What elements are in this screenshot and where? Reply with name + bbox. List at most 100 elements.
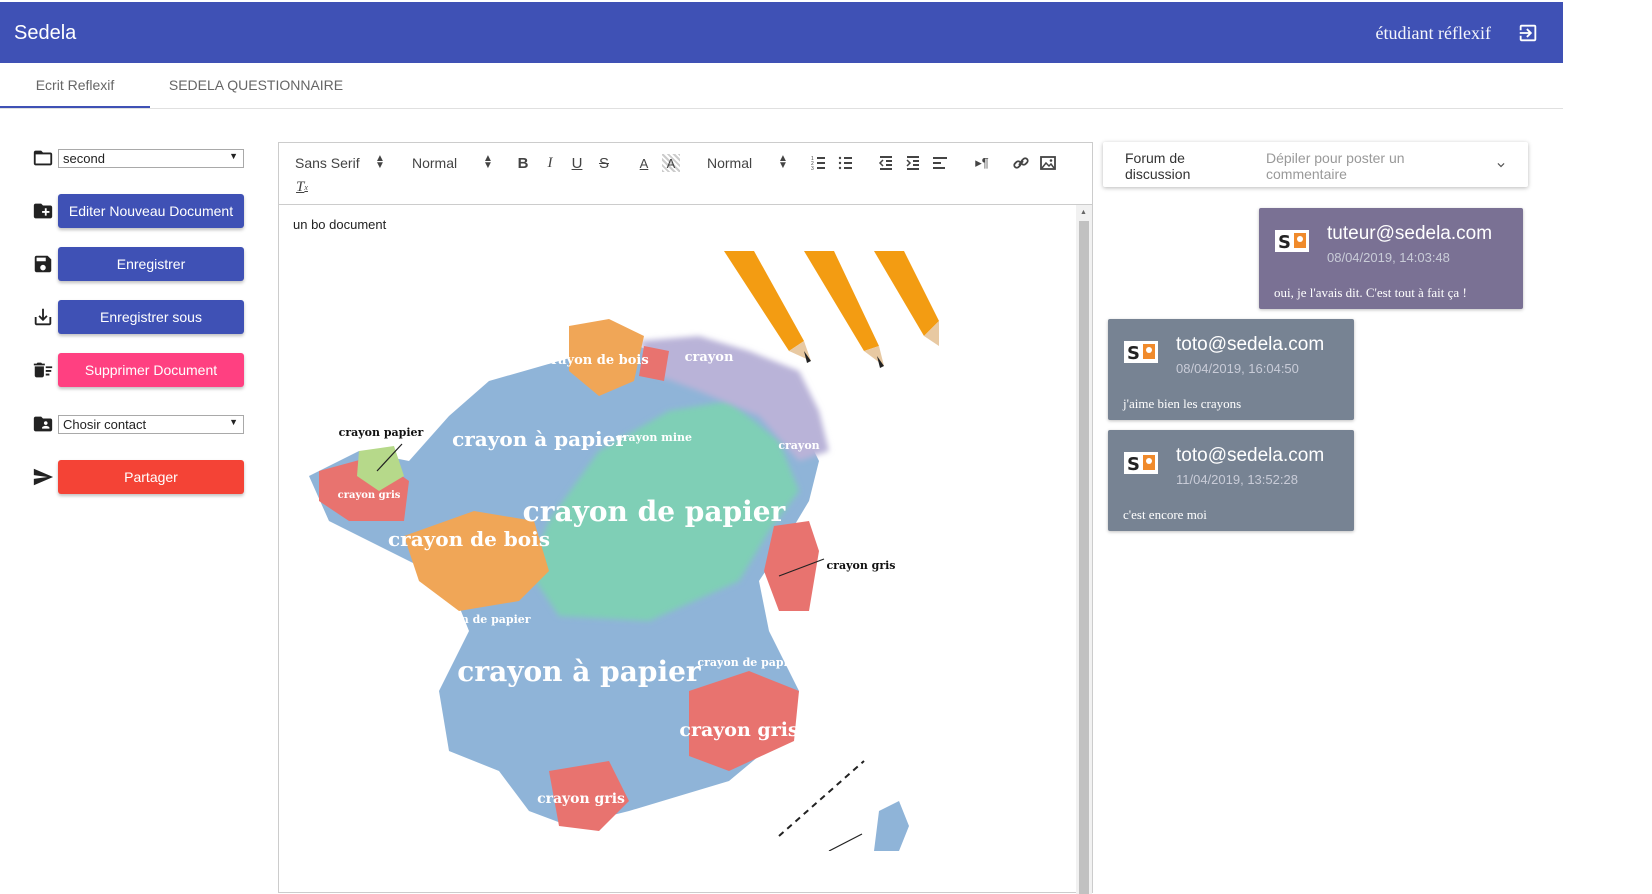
save-as-button[interactable]: Enregistrer sous xyxy=(58,300,244,334)
strikethrough-icon[interactable]: S xyxy=(595,154,613,172)
font-picker[interactable]: Sans Serif ▲ ▼ xyxy=(295,154,385,172)
map-label: crayon de papier xyxy=(427,613,530,626)
forum-message-card: S toto@sedela.com 11/04/2019, 13:52:28 c… xyxy=(1108,430,1354,531)
map-label: crayon xyxy=(685,350,734,365)
map-label: crayon gris xyxy=(826,559,895,572)
map-label: crayon gris xyxy=(537,791,625,807)
link-icon[interactable] xyxy=(1012,154,1030,172)
tab-ecrit-reflexif[interactable]: Ecrit Reflexif xyxy=(0,63,150,108)
map-label: crayon xyxy=(778,439,819,452)
sort-arrows-icon: ▲ ▼ xyxy=(375,153,385,171)
new-document-button[interactable]: Editer Nouveau Document xyxy=(58,194,244,228)
map-label: crayon de bois xyxy=(543,353,648,368)
contact-select-value: Chosir contact xyxy=(63,416,147,432)
editor-scrollbar[interactable]: ▲ xyxy=(1076,205,1092,894)
ordered-list-icon[interactable]: 123 xyxy=(810,154,828,172)
active-tab-indicator xyxy=(0,106,150,108)
document-select-value: second xyxy=(63,150,105,166)
map-label: crayon de papier xyxy=(697,656,800,669)
contact-select[interactable]: Chosir contact ▼ xyxy=(58,414,244,434)
map-label: crayon papier xyxy=(339,426,424,439)
heading-picker[interactable]: Normal ▲ ▼ xyxy=(707,154,788,172)
user-name: étudiant réflexif xyxy=(1375,23,1491,43)
background-color-icon[interactable]: A xyxy=(662,154,680,172)
sedela-logo-icon: S xyxy=(1124,452,1158,474)
editor-toolbar: Sans Serif ▲ ▼ Normal ▲ ▼ B I U S A A Norm… xyxy=(279,143,1092,205)
font-picker-value: Sans Serif xyxy=(295,155,360,171)
share-row: Partager xyxy=(32,460,244,494)
save-as-row: Enregistrer sous xyxy=(32,300,244,334)
heading-picker-value: Normal xyxy=(707,155,753,171)
svg-text:3: 3 xyxy=(811,166,814,172)
svg-text:S: S xyxy=(1127,343,1140,363)
save-icon xyxy=(34,255,52,273)
dropdown-arrow-icon: ▼ xyxy=(229,416,238,427)
share-button[interactable]: Partager xyxy=(58,460,244,494)
delete-sweep-icon xyxy=(33,362,53,378)
sort-arrows-icon: ▲ ▼ xyxy=(778,153,788,171)
delete-document-button[interactable]: Supprimer Document xyxy=(58,353,244,387)
message-author: toto@sedela.com xyxy=(1176,445,1325,466)
chevron-down-icon[interactable] xyxy=(1494,158,1508,172)
message-date: 08/04/2019, 14:03:48 xyxy=(1327,250,1450,265)
text-direction-icon[interactable]: ▸¶ xyxy=(971,154,993,172)
sedela-logo-icon: S xyxy=(1275,230,1309,252)
save-row: Enregistrer xyxy=(32,247,244,281)
dropdown-arrow-icon: ▼ xyxy=(229,150,238,161)
editor-content[interactable]: un bo document crayon papier crayon gris… xyxy=(279,205,1076,894)
forum-subtitle: Dépiler pour poster un commentaire xyxy=(1266,150,1405,182)
map-label: crayon gris xyxy=(679,719,798,741)
clear-format-icon[interactable]: Tx xyxy=(293,178,311,196)
message-text: j'aime bien les crayons xyxy=(1123,396,1242,411)
svg-text:S: S xyxy=(1278,232,1291,252)
image-icon[interactable] xyxy=(1039,154,1057,172)
message-author: tuteur@sedela.com xyxy=(1327,223,1493,244)
rich-text-editor: Sans Serif ▲ ▼ Normal ▲ ▼ B I U S A A Norm… xyxy=(278,142,1093,894)
document-select[interactable]: second ▼ xyxy=(58,148,244,168)
app-title: Sedela xyxy=(14,22,77,44)
map-label: crayon à papier xyxy=(457,655,702,688)
document-select-row: second ▼ xyxy=(32,147,244,169)
tab-bar: Ecrit Reflexif SEDELA QUESTIONNAIRE xyxy=(0,63,1563,109)
new-folder-icon xyxy=(33,203,53,219)
forum-header[interactable]: Forum de discussion Dépiler pour poster … xyxy=(1103,142,1528,187)
map-label: crayon à papier xyxy=(452,427,626,451)
map-label: crayon de papier xyxy=(523,495,787,528)
align-icon[interactable] xyxy=(931,154,949,172)
italic-icon[interactable]: I xyxy=(541,154,559,172)
bold-icon[interactable]: B xyxy=(514,154,532,172)
scroll-up-arrow-icon[interactable]: ▲ xyxy=(1080,209,1087,216)
indent-icon[interactable] xyxy=(904,154,922,172)
map-label: crayon de bois xyxy=(388,527,550,551)
message-text: oui, je l'avais dit. C'est tout à fait ç… xyxy=(1274,285,1467,300)
map-label: crayon gris xyxy=(338,490,401,501)
app-bar: Sedela étudiant réflexif xyxy=(0,2,1563,63)
scrollbar-thumb[interactable] xyxy=(1079,221,1089,894)
svg-text:S: S xyxy=(1127,454,1140,474)
send-icon xyxy=(33,468,54,486)
forum-title: Forum de discussion xyxy=(1125,150,1191,182)
pencil-illustration xyxy=(724,251,939,368)
forum-message-card: S tuteur@sedela.com 08/04/2019, 14:03:48… xyxy=(1259,208,1523,309)
sort-arrows-icon: ▲ ▼ xyxy=(483,153,493,171)
map-label: crayon mine xyxy=(616,431,692,444)
message-date: 08/04/2019, 16:04:50 xyxy=(1176,361,1299,376)
forum-message-card: S toto@sedela.com 08/04/2019, 16:04:50 j… xyxy=(1108,319,1354,420)
document-text: un bo document xyxy=(293,217,387,232)
size-picker[interactable]: Normal ▲ ▼ xyxy=(412,154,493,172)
save-button[interactable]: Enregistrer xyxy=(58,247,244,281)
tab-questionnaire[interactable]: SEDELA QUESTIONNAIRE xyxy=(150,63,362,108)
message-author: toto@sedela.com xyxy=(1176,334,1325,355)
france-pencil-map-image: crayon papier crayon gris crayon à papie… xyxy=(309,251,939,851)
size-picker-value: Normal xyxy=(412,155,458,171)
underline-icon[interactable]: U xyxy=(568,154,586,172)
outdent-icon[interactable] xyxy=(877,154,895,172)
sedela-logo-icon: S xyxy=(1124,341,1158,363)
logout-icon[interactable] xyxy=(1517,22,1539,44)
download-icon xyxy=(34,308,52,326)
folder-icon xyxy=(33,150,53,166)
bullet-list-icon[interactable] xyxy=(837,154,855,172)
contact-folder-icon xyxy=(33,416,53,432)
message-text: c'est encore moi xyxy=(1123,507,1207,522)
text-color-icon[interactable]: A xyxy=(635,154,653,172)
